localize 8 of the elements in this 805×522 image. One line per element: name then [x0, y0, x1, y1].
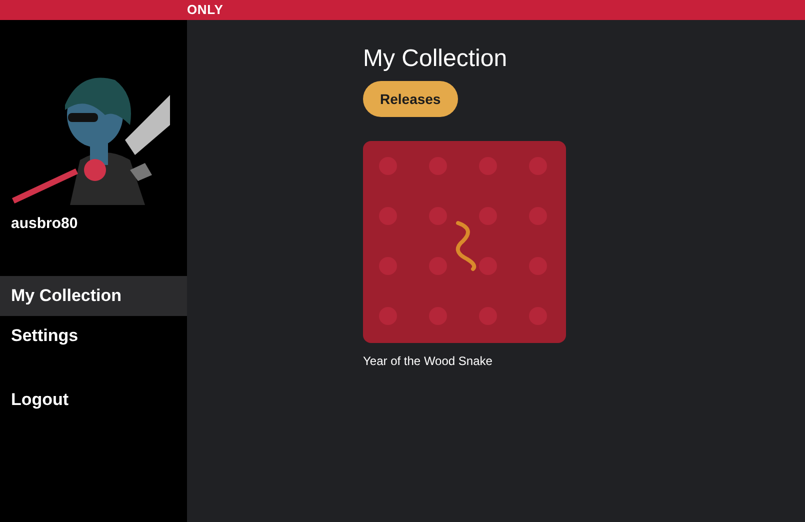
logout-link[interactable]: Logout	[0, 380, 187, 420]
nav-item[interactable]: Settings	[0, 316, 187, 356]
page-title: My Collection	[363, 44, 508, 74]
item-caption: Year of the Wood Snake	[363, 353, 494, 370]
nav-item[interactable]: My Collection	[0, 276, 187, 316]
username: ausbro80	[10, 214, 79, 234]
filter-tab[interactable]: Releases	[363, 81, 458, 117]
logo[interactable]: ONLY	[187, 3, 224, 17]
